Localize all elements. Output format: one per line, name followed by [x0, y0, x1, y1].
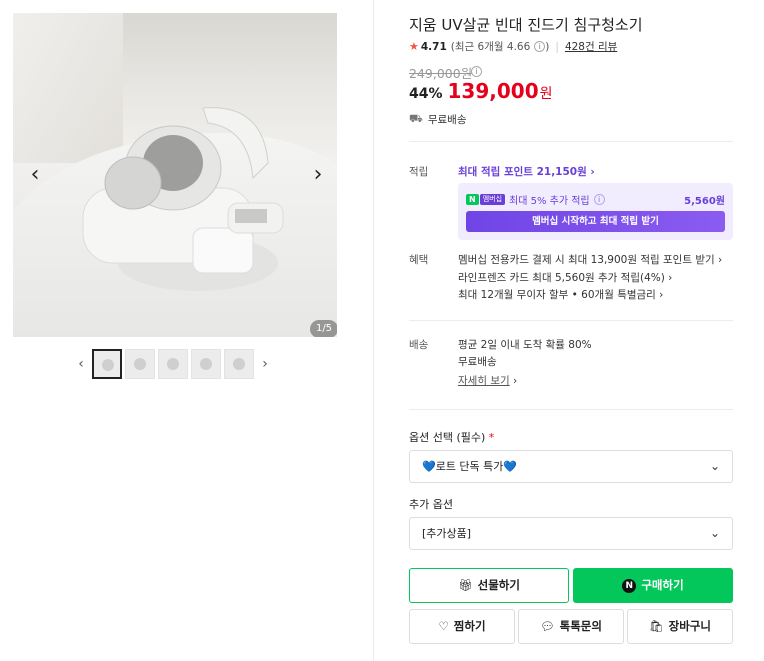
max-points-link[interactable]: 최대 적립 포인트 21,150원 › — [458, 164, 595, 179]
thumb-prev-icon[interactable]: ‹ — [73, 349, 89, 379]
chevron-right-icon[interactable]: › — [306, 163, 330, 187]
sale-price: 139,000 — [447, 79, 539, 103]
talk-inquiry-button[interactable]: 💬︎ 톡톡문의 — [518, 609, 624, 644]
chat-icon: 💬︎ — [540, 619, 555, 633]
heart-icon: ♡ — [438, 619, 449, 633]
shipping-text: 무료배송 — [427, 114, 467, 126]
review-link[interactable]: 428건 리뷰 — [565, 39, 617, 54]
divider — [409, 141, 733, 142]
star-icon: ★ — [409, 40, 419, 53]
delivery-info: 평균 2일 이내 도착 확률 80% 무료배송 자세히 보기 › — [458, 337, 592, 390]
thumbnail[interactable] — [92, 349, 122, 379]
separator: | — [555, 40, 559, 53]
benefit-item[interactable]: 최대 12개월 무이자 할부 • 60개월 특별금리 › — [458, 287, 722, 305]
thumbnail[interactable] — [125, 349, 155, 379]
chevron-down-icon: ⌄ — [709, 459, 720, 473]
points-label: 적립 — [409, 166, 429, 178]
vacuum-illustration — [82, 107, 284, 291]
delivery-more[interactable]: 자세히 보기 › — [458, 373, 592, 390]
membership-box: N 멤버십 최대 5% 추가 적립 i 5,560원 멤버십 시작하고 최대 적… — [458, 183, 733, 240]
info-icon[interactable]: i — [593, 194, 605, 205]
thumbnail[interactable] — [158, 349, 188, 379]
required-option-select[interactable]: 💙로트 단독 특가💙 ⌄ — [409, 450, 733, 483]
delivery-label: 배송 — [409, 339, 429, 351]
thumbnail[interactable] — [224, 349, 254, 379]
wish-button[interactable]: ♡ 찜하기 — [409, 609, 515, 644]
benefits-label: 혜택 — [409, 254, 429, 266]
buy-button[interactable]: N 구매하기 — [573, 568, 733, 603]
chevron-left-icon[interactable]: ‹ — [23, 163, 47, 187]
product-title: 지움 UV살균 빈대 진드기 침구청소기 — [409, 16, 643, 34]
extra-option-select[interactable]: [추가상품] ⌄ — [409, 517, 733, 550]
gift-button[interactable]: 🎁︎ 선물하기 — [409, 568, 569, 603]
shipping-row: ⛟ 무료배송 — [409, 112, 466, 127]
cart-icon: 🛍︎ — [649, 619, 664, 633]
gift-icon: 🎁︎ — [458, 578, 473, 592]
product-photo — [13, 13, 337, 337]
thumb-next-icon[interactable]: › — [257, 349, 273, 379]
delivery-probability: 평균 2일 이내 도착 확률 80% — [458, 339, 592, 351]
currency: 원 — [539, 86, 553, 102]
benefit-item[interactable]: 라인프렌즈 카드 최대 5,560원 추가 적립(4%) › — [458, 270, 722, 288]
discount-rate: 44% — [409, 86, 443, 102]
required-option-label: 옵션 선택 (필수) * — [409, 431, 495, 444]
divider — [409, 320, 733, 321]
membership-badge: 멤버십 — [479, 194, 506, 205]
membership-row: N 멤버십 최대 5% 추가 적립 i 5,560원 — [466, 192, 725, 207]
rating-row: ★ 4.71 (최근 6개월 4.66 i) | 428건 리뷰 — [409, 39, 618, 54]
image-counter: 1/5 — [310, 320, 337, 337]
membership-start-button[interactable]: 멤버십 시작하고 최대 적립 받기 — [466, 211, 725, 232]
benefits-list: 멤버십 전용카드 결제 시 최대 13,900원 적립 포인트 받기 › 라인프… — [458, 252, 722, 305]
extra-option-label: 추가 옵션 — [409, 498, 453, 511]
price-info-icon[interactable]: i — [471, 66, 482, 77]
thumbnail[interactable] — [191, 349, 221, 379]
product-image[interactable]: ‹ › 1/5 — [13, 13, 337, 337]
column-divider — [373, 0, 374, 661]
rating-recent: (최근 6개월 4.66 — [450, 41, 531, 53]
truck-icon: ⛟ — [409, 112, 423, 125]
cart-button[interactable]: 🛍︎ 장바구니 — [627, 609, 733, 644]
naver-n-badge: N — [466, 194, 479, 205]
delivery-free: 무료배송 — [458, 356, 497, 368]
divider — [409, 409, 733, 410]
rating-value: 4.71 — [420, 40, 447, 53]
chevron-down-icon: ⌄ — [709, 526, 720, 540]
membership-amount: 5,560원 — [684, 196, 725, 207]
benefit-item[interactable]: 멤버십 전용카드 결제 시 최대 13,900원 적립 포인트 받기 › — [458, 252, 722, 270]
price-row: 44% 139,000 원 — [409, 79, 553, 103]
info-icon[interactable]: i — [534, 41, 546, 52]
membership-extra: 최대 5% 추가 적립 — [509, 196, 590, 207]
thumbnail-strip: ‹ › — [73, 349, 273, 379]
naver-pay-icon: N — [622, 579, 637, 593]
